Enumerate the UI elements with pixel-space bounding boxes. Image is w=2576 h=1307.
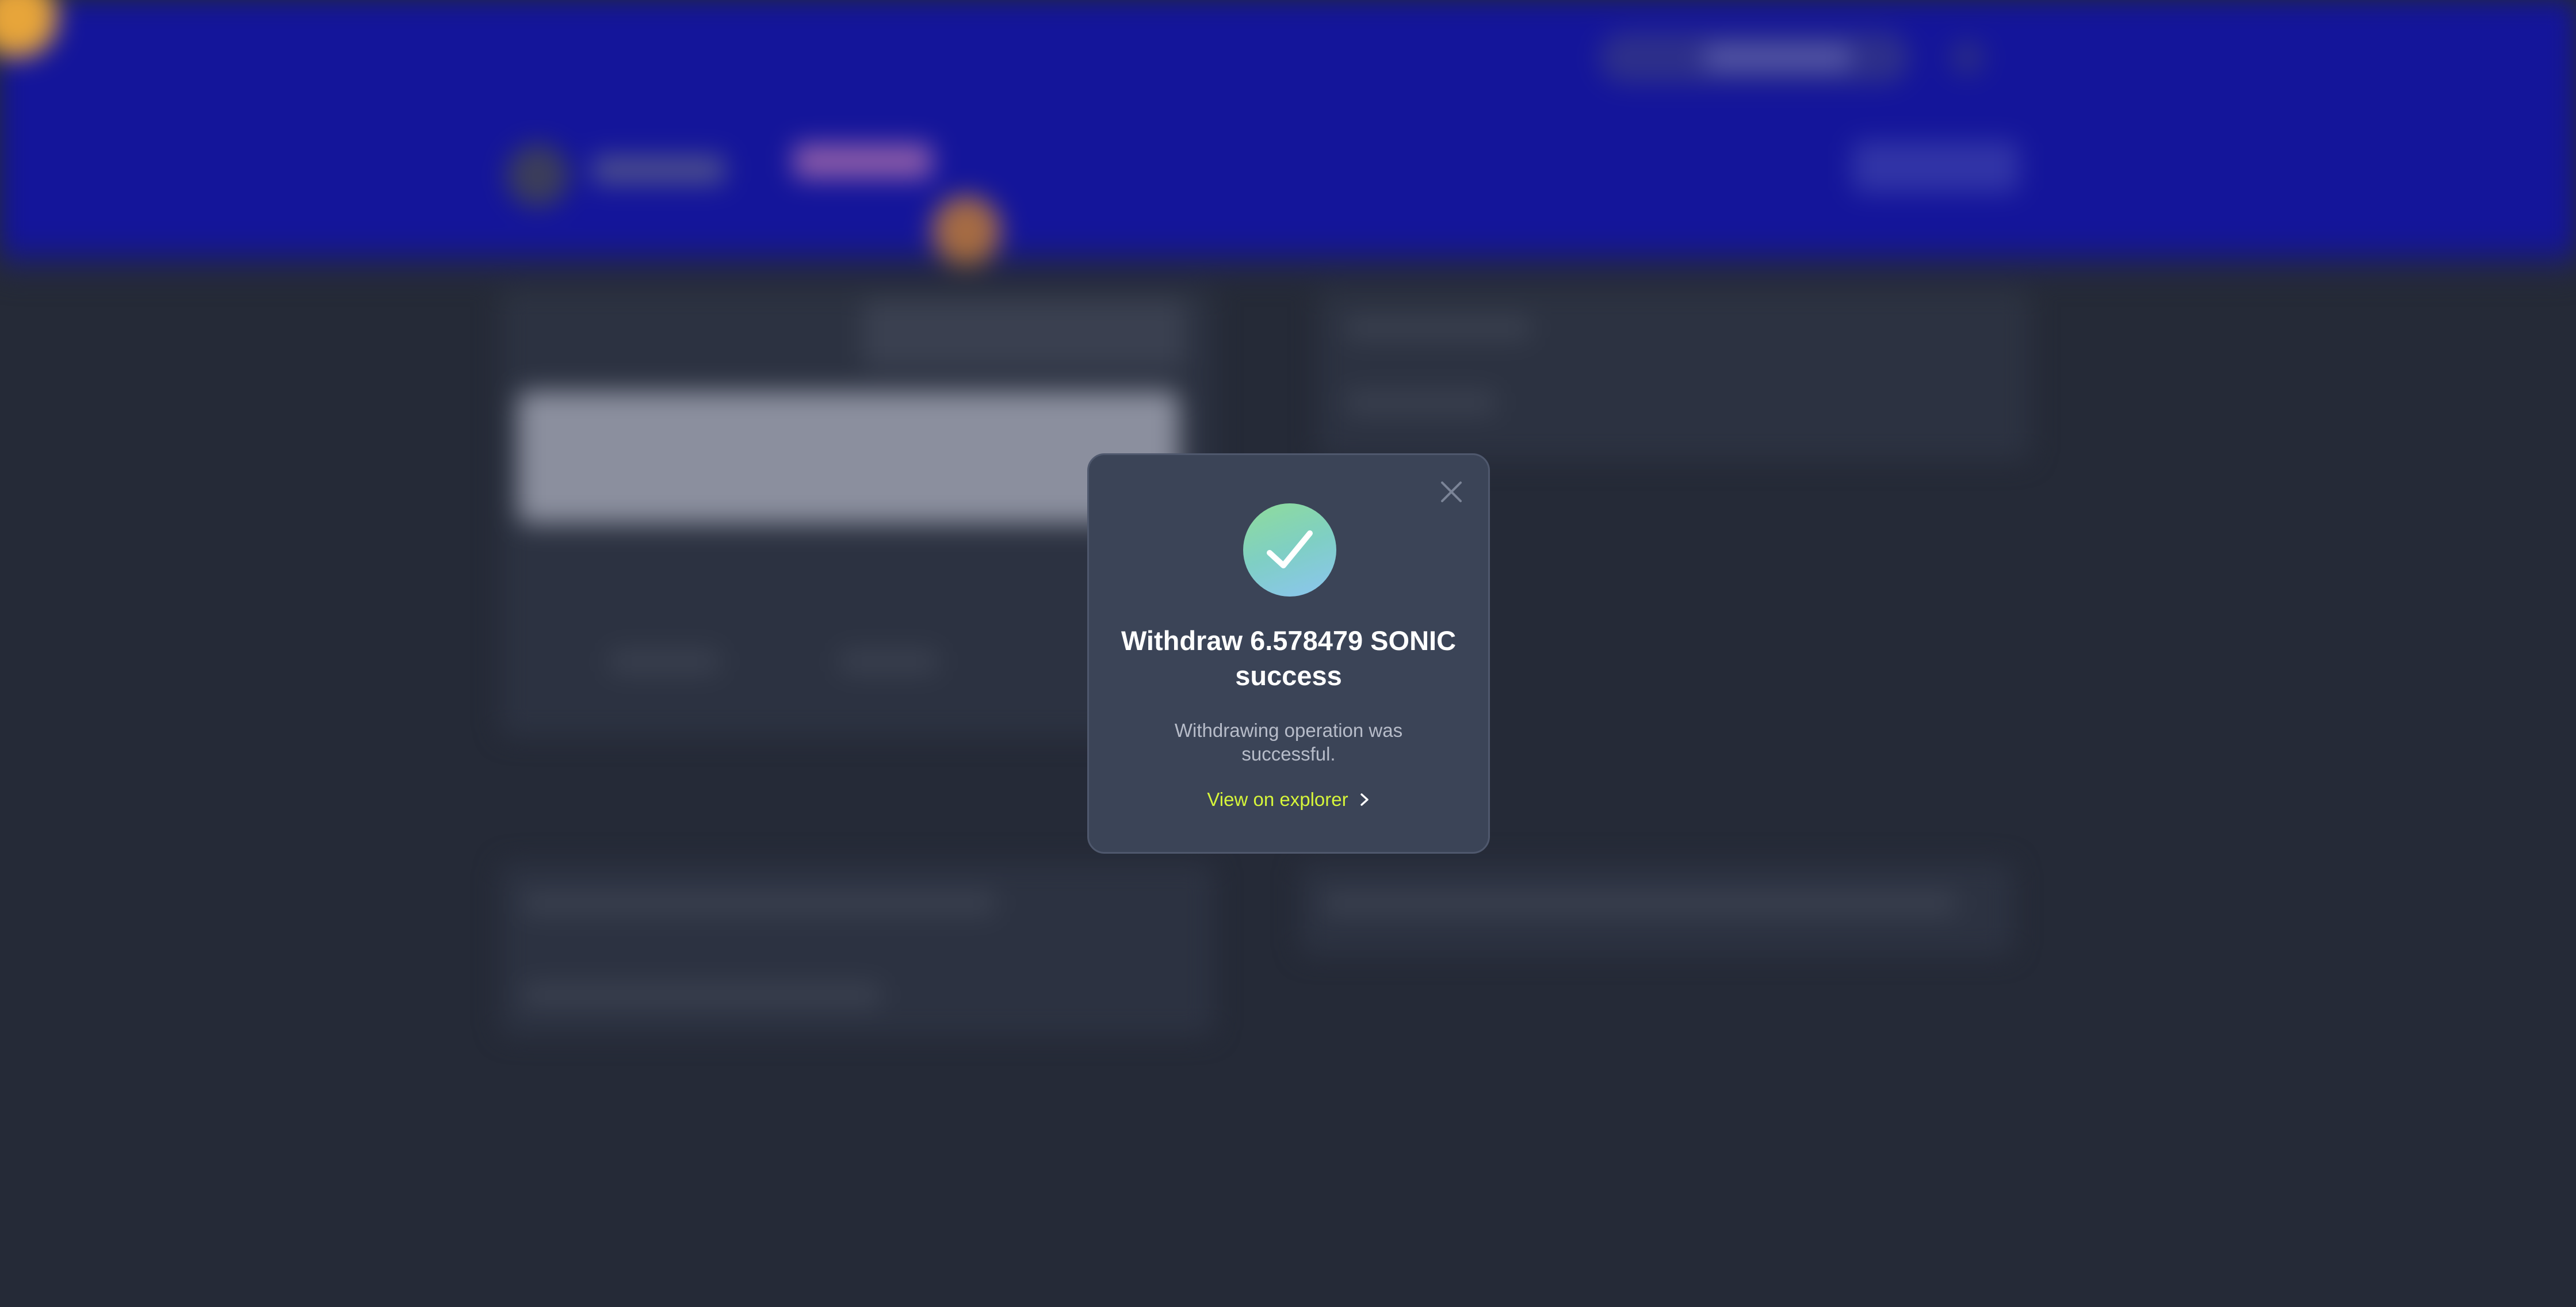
withdraw-success-dialog: Withdraw 6.578479 SONIC success Withdraw… [1087,453,1490,854]
input-panel [518,391,1179,523]
tab [863,299,1185,368]
logo [506,144,570,207]
menu-icon [1950,40,1985,75]
success-badge [1243,503,1336,597]
dialog-description: Withdrawing operation was successful. [1174,720,1403,765]
right-card [1317,288,2031,460]
row [523,892,995,915]
explorer-link-label: View on explorer [1207,789,1348,810]
logo-text [593,155,725,184]
stat [1346,391,1496,414]
decorative-orb [932,196,1001,265]
stat [610,650,719,673]
wallet-button [1852,141,2019,193]
stat [840,650,938,673]
check-icon [1267,530,1313,568]
close-button[interactable] [1439,479,1464,505]
bottom-left-card [500,863,1214,1035]
header-fade [0,242,2576,276]
network-selector-label [1703,46,1852,69]
nav-item [794,144,932,178]
stat [1346,316,1530,339]
row [523,984,880,1007]
close-icon [1441,481,1462,502]
row [1323,892,1956,915]
app-screen: Withdraw 6.578479 SONIC success Withdraw… [0,0,2576,1307]
chevron-right-icon [1360,793,1369,806]
view-on-explorer-link[interactable]: View on explorer [1089,789,1488,811]
header-bar [0,0,2576,253]
dialog-title: Withdraw 6.578479 SONIC success [1121,625,1457,691]
